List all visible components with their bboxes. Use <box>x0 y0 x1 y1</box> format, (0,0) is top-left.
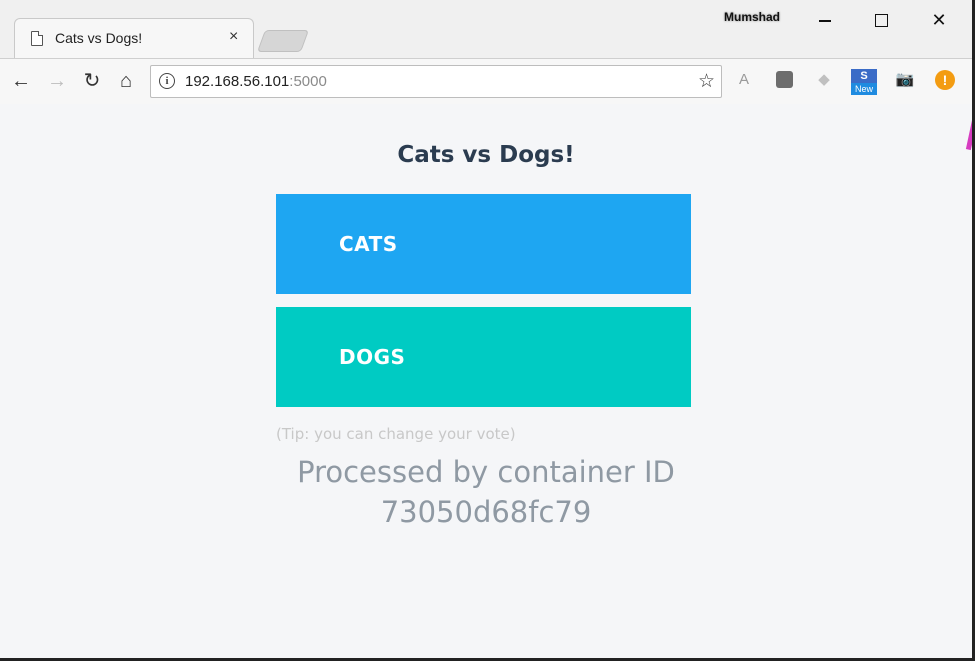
new-extension-top: S <box>851 69 877 83</box>
back-button[interactable]: ← <box>8 68 34 94</box>
vote-cats-button[interactable]: CATS <box>276 194 691 294</box>
angular-icon[interactable]: A <box>733 69 755 91</box>
address-bar[interactable]: i 192.168.56.101:5000 ☆ <box>150 65 722 98</box>
close-window-button[interactable]: ✕ <box>924 8 954 32</box>
tab-title: Cats vs Dogs! <box>55 30 143 46</box>
minimize-icon <box>819 20 831 22</box>
alert-dot: ! <box>935 70 955 90</box>
url-port: :5000 <box>289 73 327 90</box>
page-content: Cats vs Dogs! CATS DOGS (Tip: you can ch… <box>0 104 972 658</box>
vue-devtools-icon[interactable]: ◆ <box>813 69 835 91</box>
processed-by-label: Processed by container ID <box>297 455 675 489</box>
url-host: 192.168.56.101 <box>185 73 290 90</box>
new-extension-badge: New <box>851 83 877 95</box>
vote-dogs-button[interactable]: DOGS <box>276 307 691 407</box>
bookmark-star-icon[interactable]: ☆ <box>698 70 715 93</box>
vote-dogs-label: DOGS <box>339 345 406 369</box>
info-icon[interactable]: i <box>159 73 175 89</box>
browser-tab[interactable]: Cats vs Dogs! × <box>14 18 254 59</box>
alert-icon[interactable]: ! <box>934 69 956 91</box>
page-title: Cats vs Dogs! <box>397 142 575 168</box>
extension-box-icon[interactable] <box>773 69 795 91</box>
minimize-button[interactable] <box>810 8 840 32</box>
browser-window: Cats vs Dogs! × Mumshad ✕ ← → ↻ ⌂ i 192.… <box>0 0 975 661</box>
vote-cats-label: CATS <box>339 232 398 256</box>
new-extension-icon[interactable]: S New <box>851 69 877 95</box>
maximize-icon <box>875 14 888 27</box>
new-tab-button[interactable] <box>256 30 310 52</box>
home-button[interactable]: ⌂ <box>113 68 139 94</box>
container-id: 73050d68fc79 <box>380 495 592 529</box>
tab-strip: Cats vs Dogs! × Mumshad ✕ <box>0 0 972 59</box>
document-icon <box>31 31 43 46</box>
tip-text: (Tip: you can change your vote) <box>276 425 516 443</box>
reload-button[interactable]: ↻ <box>79 68 105 94</box>
browser-toolbar: ← → ↻ ⌂ i 192.168.56.101:5000 ☆ A ◆ S Ne… <box>0 58 972 105</box>
container-info: Processed by container ID 73050d68fc79 <box>0 452 972 532</box>
forward-button[interactable]: → <box>44 68 70 94</box>
maximize-button[interactable] <box>866 8 896 32</box>
profile-name[interactable]: Mumshad <box>724 10 780 24</box>
url-text[interactable]: 192.168.56.101:5000 <box>185 73 327 90</box>
tab-close-icon[interactable]: × <box>229 28 238 46</box>
extension-box-shape <box>775 71 793 88</box>
camera-icon[interactable]: 📷 <box>894 69 916 91</box>
